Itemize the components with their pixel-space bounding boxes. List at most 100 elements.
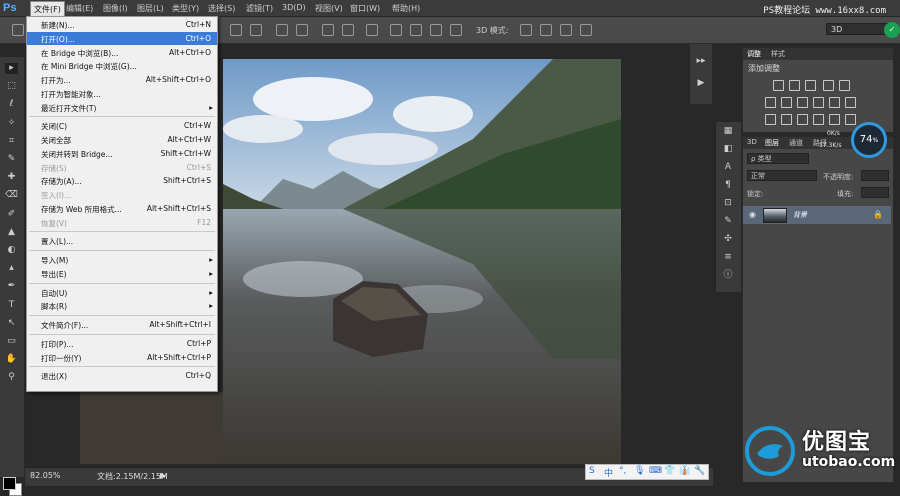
pen-tool-icon[interactable]: ↖ bbox=[5, 318, 18, 329]
dodge-tool-icon[interactable]: T bbox=[5, 300, 18, 311]
option-toggle-icon[interactable] bbox=[540, 24, 552, 36]
menu-edit[interactable]: 编辑(E) bbox=[66, 3, 93, 14]
file-menu-item[interactable]: 导出(E) ▸ bbox=[27, 267, 217, 280]
file-menu-item[interactable]: 存储为(A)... Shift+Ctrl+S bbox=[27, 174, 217, 187]
option-toggle-icon[interactable] bbox=[276, 24, 288, 36]
quick-select-tool-icon[interactable]: ✧ bbox=[5, 118, 18, 129]
ime-icon[interactable]: 🔧 bbox=[694, 466, 705, 476]
option-toggle-icon[interactable] bbox=[230, 24, 242, 36]
file-menu-item[interactable]: 关闭(C) Ctrl+W bbox=[27, 119, 217, 132]
history-brush-tool-icon[interactable]: ▲ bbox=[5, 227, 18, 238]
file-menu-item[interactable]: 文件简介(F)... Alt+Shift+Ctrl+I bbox=[27, 318, 217, 331]
panel-shortcut-icon[interactable]: ⊡ bbox=[722, 198, 734, 209]
file-menu-item[interactable]: 打开为... Alt+Shift+Ctrl+O bbox=[27, 73, 217, 86]
opacity-input[interactable] bbox=[861, 170, 889, 181]
dock-toggle-icon[interactable]: ▶ bbox=[695, 78, 707, 89]
file-menu-item[interactable]: 打开(O)... Ctrl+O bbox=[27, 31, 217, 45]
file-menu-item[interactable]: 新建(N)... Ctrl+N bbox=[27, 18, 217, 31]
text-tool-icon[interactable]: ▭ bbox=[5, 336, 18, 347]
tab-layers[interactable]: 图层 bbox=[765, 138, 779, 148]
option-toggle-icon[interactable] bbox=[580, 24, 592, 36]
visibility-eye-icon[interactable]: ◉ bbox=[749, 210, 756, 219]
shape-tool-icon[interactable]: ⚲ bbox=[5, 372, 18, 383]
blend-mode-select[interactable]: 正常 bbox=[747, 170, 817, 181]
adjustment-icon[interactable] bbox=[765, 114, 776, 125]
crop-tool-icon[interactable]: ⌗ bbox=[5, 136, 18, 147]
tab-3d[interactable]: 3D bbox=[747, 138, 757, 146]
panel-shortcut-icon[interactable]: ▦ bbox=[722, 126, 734, 137]
file-menu-item[interactable]: 关闭全部 Alt+Ctrl+W bbox=[27, 133, 217, 146]
workspace-select[interactable]: 3D bbox=[826, 23, 888, 35]
ime-icon[interactable]: ⌨ bbox=[649, 466, 662, 476]
menu-layer[interactable]: 图层(L) bbox=[137, 3, 164, 14]
option-toggle-icon[interactable] bbox=[430, 24, 442, 36]
ime-icon[interactable]: 👕 bbox=[664, 466, 675, 476]
file-menu-item[interactable]: 导入(M) ▸ bbox=[27, 253, 217, 266]
healing-tool-icon[interactable]: ✚ bbox=[5, 172, 18, 183]
adjustment-icon[interactable] bbox=[813, 97, 824, 108]
ime-icon[interactable]: 中 bbox=[604, 466, 613, 479]
option-toggle-icon[interactable] bbox=[390, 24, 402, 36]
adjustment-icon[interactable] bbox=[765, 97, 776, 108]
foreground-color-swatch[interactable] bbox=[3, 477, 16, 490]
menu-3d[interactable]: 3D(D) bbox=[282, 3, 306, 12]
adjustment-icon[interactable] bbox=[805, 80, 816, 91]
layer-name[interactable]: 背景 bbox=[793, 210, 807, 220]
panel-shortcut-icon[interactable]: ◧ bbox=[722, 144, 734, 155]
check-icon[interactable]: ✓ bbox=[884, 22, 900, 38]
option-toggle-icon[interactable] bbox=[450, 24, 462, 36]
adjustment-icon[interactable] bbox=[823, 80, 834, 91]
option-toggle-icon[interactable] bbox=[520, 24, 532, 36]
lake-photo[interactable] bbox=[223, 59, 621, 464]
layer-row-background[interactable]: ◉ 背景 🔒 bbox=[743, 206, 891, 224]
file-menu-item[interactable]: 在 Bridge 中浏览(B)... Alt+Ctrl+O bbox=[27, 46, 217, 59]
gradient-tool-icon[interactable]: ▴ bbox=[5, 263, 18, 274]
file-menu-item[interactable]: 在 Mini Bridge 中浏览(G)... bbox=[27, 59, 217, 72]
adjustment-icon[interactable] bbox=[781, 114, 792, 125]
marquee-tool-icon[interactable]: ⬚ bbox=[5, 81, 18, 92]
menu-image[interactable]: 图像(I) bbox=[103, 3, 128, 14]
layer-filter-select[interactable]: ρ 类型 bbox=[747, 153, 809, 164]
memory-gauge[interactable]: 74% bbox=[851, 122, 887, 158]
tab-adjustments[interactable]: 调整 bbox=[747, 49, 761, 59]
status-arrow-icon[interactable]: ▶ bbox=[160, 471, 166, 480]
adjustment-icon[interactable] bbox=[797, 97, 808, 108]
tab-channels[interactable]: 通道 bbox=[789, 138, 803, 148]
option-toggle-icon[interactable] bbox=[366, 24, 378, 36]
adjustment-icon[interactable] bbox=[781, 97, 792, 108]
move-tool-icon[interactable]: ▸ bbox=[5, 63, 18, 74]
file-menu-item[interactable]: 关闭并转到 Bridge... Shift+Ctrl+W bbox=[27, 147, 217, 160]
file-menu-item[interactable]: 脚本(R) ▸ bbox=[27, 299, 217, 312]
menu-window[interactable]: 窗口(W) bbox=[350, 3, 380, 14]
tab-styles[interactable]: 样式 bbox=[771, 49, 785, 59]
eraser-tool-icon[interactable]: ◐ bbox=[5, 245, 18, 256]
panel-shortcut-icon[interactable]: A bbox=[722, 162, 734, 173]
brush-tool-icon[interactable]: ⌫ bbox=[5, 190, 18, 201]
zoom-level[interactable]: 82.05% bbox=[30, 471, 61, 480]
adjustment-icon[interactable] bbox=[829, 97, 840, 108]
menu-view[interactable]: 视图(V) bbox=[315, 3, 343, 14]
lasso-tool-icon[interactable]: ℓ bbox=[5, 99, 18, 110]
ime-icon[interactable]: 👔 bbox=[679, 466, 690, 476]
file-menu-item[interactable]: 打印一份(Y) Alt+Shift+Ctrl+P bbox=[27, 351, 217, 364]
panel-shortcut-icon[interactable]: ⓘ bbox=[722, 270, 734, 281]
file-menu-item[interactable]: 退出(X) Ctrl+Q bbox=[27, 369, 217, 382]
adjustment-icon[interactable] bbox=[839, 80, 850, 91]
blur-tool-icon[interactable]: ✒ bbox=[5, 281, 18, 292]
panel-shortcut-icon[interactable]: ✣ bbox=[722, 234, 734, 245]
file-menu-item[interactable]: 置入(L)... bbox=[27, 234, 217, 247]
ime-icon[interactable]: S bbox=[589, 466, 595, 476]
option-toggle-icon[interactable] bbox=[342, 24, 354, 36]
option-toggle-icon[interactable] bbox=[560, 24, 572, 36]
menu-help[interactable]: 帮助(H) bbox=[392, 3, 420, 14]
adjustment-icon[interactable] bbox=[773, 80, 784, 91]
menu-type[interactable]: 类型(Y) bbox=[172, 3, 199, 14]
panel-shortcut-icon[interactable]: ≡ bbox=[722, 252, 734, 263]
eyedropper-tool-icon[interactable]: ✎ bbox=[5, 154, 18, 165]
adjustment-icon[interactable] bbox=[789, 80, 800, 91]
file-menu-item[interactable]: 打开为智能对象... bbox=[27, 87, 217, 100]
ime-icon[interactable]: °, bbox=[619, 466, 626, 476]
option-toggle-icon[interactable] bbox=[250, 24, 262, 36]
option-toggle-icon[interactable] bbox=[12, 24, 24, 36]
panel-shortcut-icon[interactable]: ✎ bbox=[722, 216, 734, 227]
